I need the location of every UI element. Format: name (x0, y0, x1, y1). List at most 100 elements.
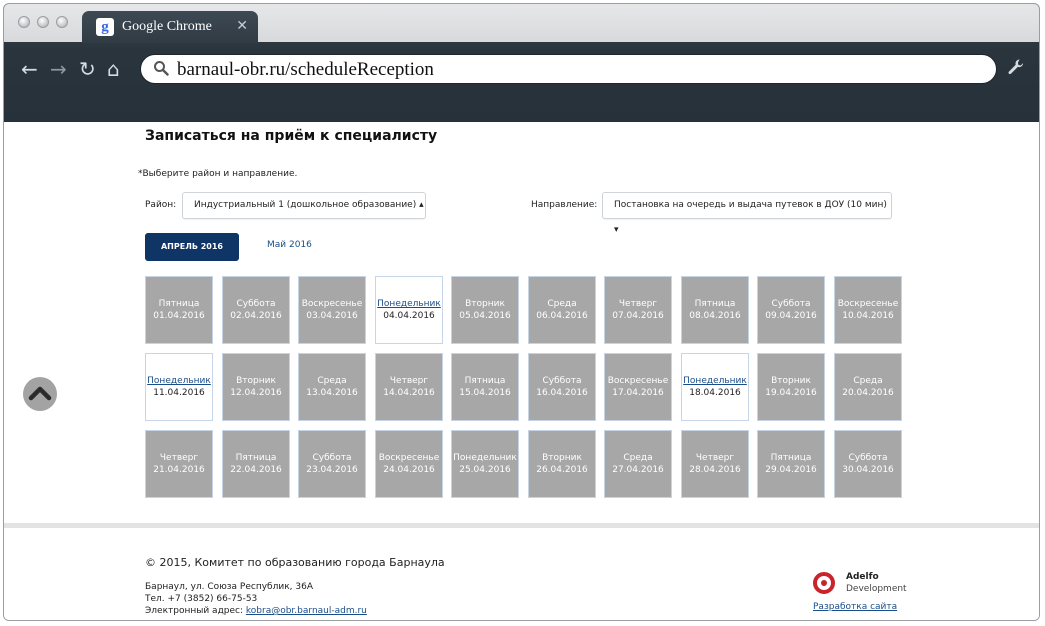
calendar-day: Вторник 12.04.2016 (222, 353, 290, 421)
day-date: 26.04.2016 (536, 465, 588, 475)
calendar-day: Понедельник 25.04.2016 (451, 430, 519, 498)
day-date: 19.04.2016 (765, 388, 817, 398)
footer-phone: Тел. +7 (3852) 66-75-53 (145, 594, 258, 604)
day-name: Четверг (618, 299, 658, 309)
back-arrow-icon[interactable]: ← (21, 57, 38, 81)
calendar-day: Суббота 16.04.2016 (528, 353, 596, 421)
day-name: Вторник (236, 376, 276, 386)
day-date: 20.04.2016 (842, 388, 894, 398)
day-date: 11.04.2016 (153, 388, 205, 398)
tab-month-april[interactable]: АПРЕЛЬ 2016 (145, 233, 239, 261)
calendar-day[interactable]: Понедельник 11.04.2016 (145, 353, 213, 421)
calendar-day: Суббота 09.04.2016 (757, 276, 825, 344)
browser-chrome: g Google Chrome ✕ ← → ↻ ⌂ barnaul-obr.ru… (4, 4, 1039, 122)
tab-strip: g Google Chrome ✕ (4, 4, 1039, 43)
day-date: 23.04.2016 (306, 465, 358, 475)
address-bar[interactable]: barnaul-obr.ru/scheduleReception (140, 54, 997, 84)
day-name: Пятница (694, 299, 736, 309)
address-url: barnaul-obr.ru/scheduleReception (177, 59, 434, 80)
calendar-day[interactable]: Понедельник 04.04.2016 (375, 276, 443, 344)
home-icon[interactable]: ⌂ (107, 57, 120, 81)
day-date: 29.04.2016 (765, 465, 817, 475)
day-name: Воскресенье (837, 299, 899, 309)
day-name: Воскресенье (301, 299, 363, 309)
browser-tab[interactable]: g Google Chrome ✕ (82, 11, 258, 43)
day-date: 28.04.2016 (689, 465, 741, 475)
day-name: Четверг (695, 453, 735, 463)
browser-window: g Google Chrome ✕ ← → ↻ ⌂ barnaul-obr.ru… (3, 3, 1040, 621)
developer-link[interactable]: Разработка сайта (813, 602, 897, 612)
direction-select[interactable]: Постановка на очередь и выдача путевок в… (602, 192, 892, 235)
footer-copyright: © 2015, Комитет по образованию города Ба… (145, 556, 445, 569)
calendar-day: Пятница 08.04.2016 (681, 276, 749, 344)
day-date: 27.04.2016 (612, 465, 664, 475)
chevron-up-icon (28, 386, 52, 401)
day-date: 01.04.2016 (153, 311, 205, 321)
day-name: Среда (853, 376, 883, 386)
day-date: 04.04.2016 (383, 311, 435, 321)
logo-name: Adelfo (846, 572, 879, 582)
calendar-day: Четверг 07.04.2016 (604, 276, 672, 344)
calendar-day: Суббота 02.04.2016 (222, 276, 290, 344)
day-date: 13.04.2016 (306, 388, 358, 398)
day-name[interactable]: Понедельник (682, 375, 748, 387)
google-favicon-icon: g (96, 18, 114, 36)
footer-email-link[interactable]: kobra@obr.barnaul-adm.ru (246, 606, 367, 616)
calendar-day: Четверг 28.04.2016 (681, 430, 749, 498)
day-date: 14.04.2016 (383, 388, 435, 398)
day-date: 08.04.2016 (689, 311, 741, 321)
wrench-icon[interactable] (1007, 58, 1025, 81)
day-name: Суббота (771, 299, 811, 309)
calendar-day: Пятница 15.04.2016 (451, 353, 519, 421)
calendar-day: Среда 13.04.2016 (298, 353, 366, 421)
calendar-day: Суббота 23.04.2016 (298, 430, 366, 498)
day-name: Суббота (848, 453, 888, 463)
day-name: Суббота (542, 376, 582, 386)
day-name[interactable]: Понедельник (376, 298, 442, 310)
calendar-day: Вторник 19.04.2016 (757, 353, 825, 421)
tab-close-icon[interactable]: ✕ (236, 18, 248, 34)
day-date: 05.04.2016 (459, 311, 511, 321)
selection-hint: *Выберите район и направление. (138, 169, 298, 179)
calendar-day: Среда 27.04.2016 (604, 430, 672, 498)
calendar-day[interactable]: Понедельник 18.04.2016 (681, 353, 749, 421)
calendar-day: Суббота 30.04.2016 (834, 430, 902, 498)
scroll-up-button[interactable] (23, 377, 57, 411)
day-name: Среда (547, 299, 577, 309)
day-name: Суббота (312, 453, 352, 463)
district-select[interactable]: Индустриальный 1 (дошкольное образование… (182, 192, 426, 219)
calendar-day: Среда 20.04.2016 (834, 353, 902, 421)
day-name: Пятница (770, 453, 812, 463)
day-date: 09.04.2016 (765, 311, 817, 321)
day-name: Суббота (236, 299, 276, 309)
day-name: Вторник (542, 453, 582, 463)
reload-icon[interactable]: ↻ (79, 57, 96, 81)
tab-month-may[interactable]: Май 2016 (267, 240, 312, 250)
calendar-day: Четверг 14.04.2016 (375, 353, 443, 421)
day-date: 15.04.2016 (459, 388, 511, 398)
calendar-day: Воскресенье 03.04.2016 (298, 276, 366, 344)
window-zoom-button[interactable] (56, 16, 68, 28)
calendar-day: Четверг 21.04.2016 (145, 430, 213, 498)
day-date: 02.04.2016 (230, 311, 282, 321)
day-name[interactable]: Понедельник (146, 375, 212, 387)
day-date: 12.04.2016 (230, 388, 282, 398)
day-date: 18.04.2016 (689, 388, 741, 398)
footer-email-line: Электронный адрес: kobra@obr.barnaul-adm… (145, 606, 367, 616)
calendar-day: Пятница 22.04.2016 (222, 430, 290, 498)
forward-arrow-icon[interactable]: → (50, 57, 67, 81)
day-name: Пятница (158, 299, 200, 309)
day-date: 07.04.2016 (612, 311, 664, 321)
window-minimize-button[interactable] (37, 16, 49, 28)
tab-title: Google Chrome (122, 19, 212, 34)
day-name: Воскресенье (378, 453, 440, 463)
day-name: Четверг (159, 453, 199, 463)
window-close-button[interactable] (18, 16, 30, 28)
day-name: Вторник (465, 299, 505, 309)
day-date: 03.04.2016 (306, 311, 358, 321)
day-date: 24.04.2016 (383, 465, 435, 475)
day-name: Воскресенье (607, 376, 669, 386)
day-date: 25.04.2016 (459, 465, 511, 475)
calendar-day: Воскресенье 17.04.2016 (604, 353, 672, 421)
day-date: 06.04.2016 (536, 311, 588, 321)
